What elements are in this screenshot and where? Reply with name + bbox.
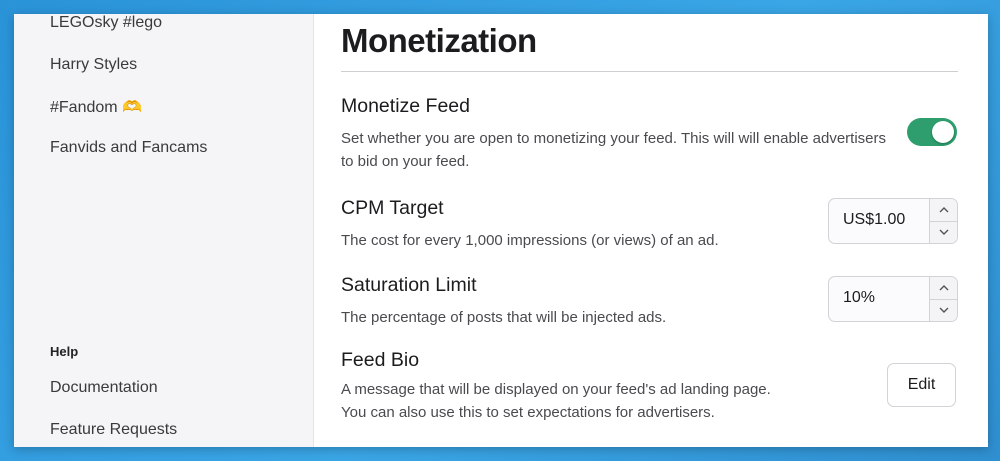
sidebar: LEGOsky #lego Harry Styles #Fandom 🫶 Fan… [14, 14, 314, 447]
monetize-feed-toggle[interactable] [907, 118, 957, 146]
saturation-limit-input[interactable] [843, 289, 923, 307]
toggle-knob [932, 121, 954, 143]
main-content: Monetization Monetize Feed Set whether y… [314, 14, 988, 447]
saturation-limit-title: Saturation Limit [341, 274, 477, 296]
sidebar-item-harry-styles[interactable]: Harry Styles [50, 56, 137, 74]
chevron-up-icon [939, 285, 948, 291]
cpm-target-title: CPM Target [341, 197, 444, 219]
cpm-decrement-button[interactable] [930, 221, 957, 243]
saturation-limit-stepper [828, 276, 958, 322]
chevron-up-icon [939, 207, 948, 213]
sidebar-item-feature-requests[interactable]: Feature Requests [50, 421, 177, 439]
monetize-feed-title: Monetize Feed [341, 95, 470, 117]
app-window: LEGOsky #lego Harry Styles #Fandom 🫶 Fan… [14, 14, 988, 447]
cpm-target-stepper [828, 198, 958, 244]
sidebar-item-legosky[interactable]: LEGOsky #lego [50, 14, 162, 32]
sidebar-heading-help: Help [50, 344, 79, 359]
sidebar-item-fanvids[interactable]: Fanvids and Fancams [50, 139, 207, 157]
monetize-feed-description: Set whether you are open to monetizing y… [341, 130, 887, 170]
feed-bio-edit-button[interactable]: Edit [887, 363, 956, 407]
sidebar-item-documentation[interactable]: Documentation [50, 379, 158, 397]
saturation-decrement-button[interactable] [930, 299, 957, 321]
saturation-limit-arrows [929, 277, 957, 321]
cpm-target-arrows [929, 199, 957, 243]
title-divider [341, 71, 958, 72]
feed-bio-description-line1: A message that will be displayed on your… [341, 381, 771, 398]
feed-bio-title: Feed Bio [341, 349, 420, 371]
feed-bio-description-line2: You can also use this to set expectation… [341, 404, 715, 421]
cpm-target-input[interactable] [843, 211, 923, 229]
sidebar-item-fandom[interactable]: #Fandom 🫶 [50, 97, 142, 117]
saturation-increment-button[interactable] [930, 277, 957, 300]
page-title: Monetization [341, 22, 537, 59]
cpm-target-description: The cost for every 1,000 impressions (or… [341, 232, 719, 249]
cpm-increment-button[interactable] [930, 199, 957, 222]
chevron-down-icon [939, 229, 948, 235]
chevron-down-icon [939, 307, 948, 313]
saturation-limit-description: The percentage of posts that will be inj… [341, 309, 667, 326]
